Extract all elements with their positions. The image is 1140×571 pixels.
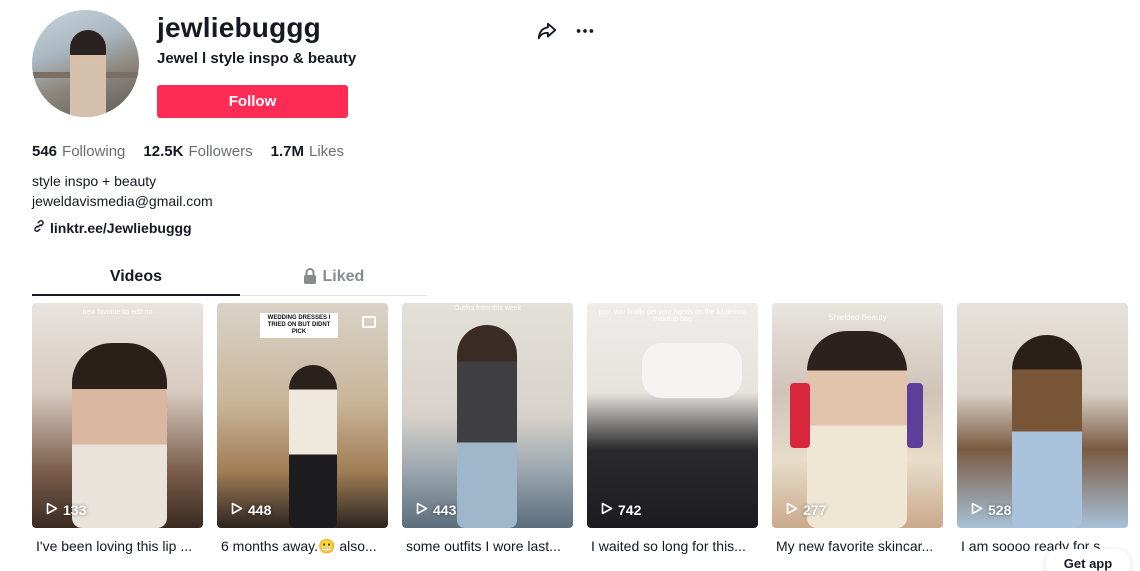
view-count-value: 443 [433, 502, 457, 518]
stat-likes: 1.7M Likes [271, 143, 344, 160]
video-card[interactable]: OOTD 528 I am soooo ready for s... [957, 303, 1128, 554]
product-bottle [907, 383, 923, 448]
video-card[interactable]: pov: you finally get your hands on the l… [587, 303, 758, 554]
tab-liked[interactable]: Liked [240, 262, 427, 295]
video-subject [72, 343, 167, 528]
video-thumbnail[interactable]: Outfits from this week 443 [402, 303, 573, 528]
stat-following[interactable]: 546 Following [32, 143, 125, 160]
view-count-value: 277 [803, 502, 827, 518]
more-options-icon[interactable] [574, 20, 596, 42]
video-caption[interactable]: I've been loving this lip ... [32, 538, 203, 554]
video-subject [289, 365, 337, 528]
video-caption[interactable]: some outfits I wore last... [402, 538, 573, 554]
video-overlay-text: WEDDING DRESSES I TRIED ON BUT DIDNT PIC… [260, 313, 338, 338]
profile-avatar [32, 10, 139, 117]
video-caption[interactable]: I waited so long for this... [587, 538, 758, 554]
lock-icon [303, 268, 317, 295]
video-overlay-text: new favorite lip ed0 no [82, 309, 153, 316]
video-caption[interactable]: 6 months away.😬 also... [217, 538, 388, 555]
view-count: 528 [971, 502, 1011, 518]
view-count: 277 [786, 502, 826, 518]
play-icon [601, 502, 613, 518]
bio-email: jeweldavismedia@gmail.com [32, 193, 213, 209]
view-count: 133 [46, 502, 86, 518]
stat-value: 12.5K [143, 143, 184, 160]
stat-value: 1.7M [270, 143, 304, 160]
follow-button[interactable]: Follow [157, 85, 348, 118]
link-icon [32, 219, 46, 236]
get-app-button[interactable]: Get app [1045, 549, 1131, 571]
view-count: 742 [601, 502, 641, 518]
video-thumbnail[interactable]: WEDDING DRESSES I TRIED ON BUT DIDNT PIC… [217, 303, 388, 528]
tab-liked-label: Liked [322, 268, 365, 285]
profile-tabs: Videos Liked [32, 262, 427, 296]
avatar-figure [70, 30, 106, 117]
stat-followers[interactable]: 12.5K Followers [143, 143, 252, 160]
tab-videos[interactable]: Videos [32, 262, 240, 296]
play-icon [786, 502, 798, 518]
profile-stats: 546 Following 12.5K Followers 1.7M Likes [32, 143, 344, 160]
video-card[interactable]: Shielded Beauty 277 My new favorite skin… [772, 303, 943, 554]
view-count-value: 528 [988, 502, 1012, 518]
video-overlay-text: Shielded Beauty [828, 313, 887, 322]
video-card[interactable]: Outfits from this week 443 some outfits … [402, 303, 573, 554]
video-subject [807, 331, 907, 528]
play-icon [416, 502, 428, 518]
video-subject [642, 343, 742, 398]
stat-label: Likes [308, 143, 345, 160]
video-thumbnail[interactable]: Shielded Beauty 277 [772, 303, 943, 528]
view-count-value: 448 [248, 502, 272, 518]
product-tube [790, 383, 810, 448]
view-count-value: 742 [618, 502, 642, 518]
stat-label: Following [62, 143, 126, 160]
profile-link-text: linktr.ee/Jewliebuggg [50, 219, 192, 236]
video-thumbnail[interactable]: new favorite lip ed0 no 133 [32, 303, 203, 528]
video-thumbnail[interactable]: pov: you finally get your hands on the l… [587, 303, 758, 528]
photo-icon [362, 316, 376, 328]
view-count-value: 133 [63, 502, 87, 518]
stat-label: Followers [188, 143, 253, 160]
play-icon [971, 502, 983, 518]
video-card[interactable]: WEDDING DRESSES I TRIED ON BUT DIDNT PIC… [217, 303, 388, 555]
play-icon [46, 502, 58, 518]
video-subject [1012, 335, 1082, 528]
video-card[interactable]: new favorite lip ed0 no 133 I've been lo… [32, 303, 203, 554]
bio-line: style inspo + beauty [32, 173, 157, 189]
view-count: 443 [416, 502, 456, 518]
share-icon[interactable] [536, 20, 558, 42]
video-caption[interactable]: My new favorite skincar... [772, 538, 943, 554]
video-overlay-text: Outfits from this week [453, 305, 522, 312]
profile-link[interactable]: linktr.ee/Jewliebuggg [32, 219, 192, 236]
username: jewliebuggg [157, 12, 321, 43]
video-thumbnail[interactable]: OOTD 528 [957, 303, 1128, 528]
stat-value: 546 [32, 143, 58, 160]
view-count: 448 [231, 502, 271, 518]
nickname: Jewel l style inspo & beauty [157, 50, 357, 67]
video-overlay-text: pov: you finally get your hands on the l… [598, 309, 747, 323]
play-icon [231, 502, 243, 518]
video-subject [457, 325, 517, 528]
